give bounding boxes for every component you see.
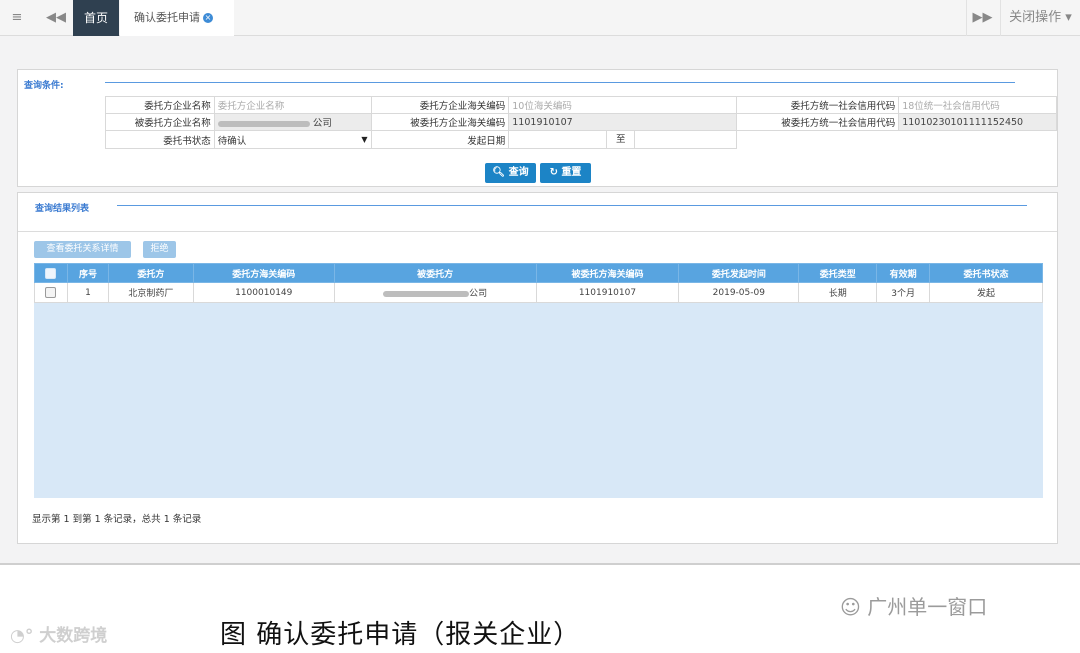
checkbox-icon (45, 267, 57, 279)
watermark-logo: ◔° 大数跨境 (10, 626, 108, 646)
cell-principal-code: 1100010149 (192, 282, 335, 303)
table-row[interactable]: 1 北京制药厂 1100010149 公司 1101910107 2019-05… (34, 282, 1043, 303)
content-frame: 查询条件: 委托方企业名称 委托方企业名称 委托方企业海关编码 10位海关编码 … (0, 36, 1080, 565)
view-detail-button[interactable]: 查看委托关系详情 (34, 241, 131, 258)
tab-confirm-delegation[interactable]: 确认委托申请 × (120, 0, 234, 36)
cell-agent-value: 公司 (469, 289, 488, 299)
search-icon: 🔍︎ (492, 167, 506, 178)
cell-agent-code: 1101910107 (535, 282, 680, 303)
refresh-icon: ↻ (549, 167, 558, 178)
tab-bar: ≡ ◀◀ 首页 确认委托申请 × ▶▶ 关闭操作 ▾ (0, 0, 1080, 36)
reset-button[interactable]: ↻ 重置 (540, 163, 591, 183)
figure-caption: 图 确认委托申请（报关企业） (220, 620, 581, 650)
search-button[interactable]: 🔍︎ 查询 (485, 163, 536, 183)
column-header: 被委托方 (333, 263, 537, 283)
column-header: 序号 (66, 263, 109, 283)
watermark-right-text: 广州单一窗口 (867, 595, 988, 619)
results-section-title: 查询结果列表 (35, 204, 90, 214)
agent-code-label: 被委托方企业海关编码 (370, 113, 510, 131)
principal-name-input[interactable]: 委托方企业名称 (213, 96, 372, 114)
watermark-left-text: 大数跨境 (39, 626, 108, 646)
date-range: 至 (508, 130, 737, 149)
principal-name-label: 委托方企业名称 (105, 96, 215, 114)
table-header-row: 序号 委托方 委托方海关编码 被委托方 被委托方海关编码 委托发起时间 委托类型… (34, 263, 1043, 283)
column-header: 委托方 (107, 263, 194, 283)
search-button-label: 查询 (508, 167, 529, 178)
status-select[interactable]: 待确认 ▼ (213, 130, 372, 149)
column-header: 被委托方海关编码 (535, 263, 680, 283)
row-checkbox[interactable] (34, 282, 68, 303)
cell-type: 长期 (798, 282, 878, 303)
principal-code-label: 委托方企业海关编码 (370, 96, 510, 114)
principal-credit-input[interactable]: 18位统一社会信用代码 (898, 96, 1057, 114)
reset-button-label: 重置 (561, 167, 582, 178)
close-icon[interactable]: × (203, 13, 213, 23)
query-form: 委托方企业名称 委托方企业名称 委托方企业海关编码 10位海关编码 委托方统一社… (105, 96, 1057, 149)
date-separator: 至 (607, 131, 636, 148)
scroll-left-icon[interactable]: ◀◀ (40, 0, 72, 36)
cell-principal: 北京制药厂 (107, 282, 194, 303)
column-header: 有效期 (876, 263, 931, 283)
select-all-checkbox[interactable] (34, 263, 68, 283)
date-end-input[interactable] (635, 132, 735, 148)
agent-credit-label: 被委托方统一社会信用代码 (735, 113, 900, 131)
watermark-wechat: ☺ 广州单一窗口 (840, 591, 987, 620)
tab-active-label: 确认委托申请 (134, 11, 200, 24)
scroll-right-icon[interactable]: ▶▶ (966, 0, 998, 36)
agent-code-input[interactable]: 1101910107 (508, 113, 737, 131)
results-grid: 序号 委托方 委托方海关编码 被委托方 被委托方海关编码 委托发起时间 委托类型… (34, 263, 1043, 498)
agent-name-input[interactable]: 公司 (213, 113, 372, 131)
cell-agent: 公司 (333, 282, 537, 303)
tab-home-label: 首页 (83, 11, 108, 25)
menu-icon[interactable]: ≡ (0, 0, 34, 36)
redacted-text (383, 290, 470, 297)
date-label: 发起日期 (370, 130, 510, 149)
principal-code-input[interactable]: 10位海关编码 (508, 96, 737, 114)
cell-start-time: 2019-05-09 (678, 282, 800, 303)
results-table: 序号 委托方 委托方海关编码 被委托方 被委托方海关编码 委托发起时间 委托类型… (34, 263, 1043, 303)
close-ops-label: 关闭操作 (1009, 10, 1062, 25)
status-label: 委托书状态 (105, 130, 215, 149)
column-header: 委托类型 (798, 263, 878, 283)
principal-credit-label: 委托方统一社会信用代码 (735, 96, 900, 114)
cell-validity: 3个月 (876, 282, 931, 303)
column-header: 委托发起时间 (678, 263, 800, 283)
close-operations-dropdown[interactable]: 关闭操作 ▾ (1000, 0, 1080, 36)
divider (18, 231, 1057, 232)
wechat-icon: ☺ (840, 595, 861, 619)
pagination-info: 显示第 1 到第 1 条记录，总共 1 条记录 (32, 514, 202, 525)
redacted-text (217, 120, 310, 127)
cell-status: 发起 (929, 282, 1043, 303)
query-section-title: 查询条件: (24, 81, 64, 91)
reject-button[interactable]: 拒绝 (143, 241, 176, 258)
checkbox-icon (45, 287, 57, 298)
dropdown-arrow-icon: ▼ (361, 135, 368, 144)
status-selected-value: 待确认 (217, 135, 247, 147)
column-header: 委托方海关编码 (192, 263, 335, 283)
agent-credit-input[interactable]: 11010230101111152450 (898, 113, 1057, 131)
results-panel: 查询结果列表 查看委托关系详情 拒绝 序号 委托方 委托方海关编码 被委托方 被… (17, 192, 1058, 544)
divider (105, 82, 1015, 83)
date-start-input[interactable] (510, 131, 608, 148)
divider (117, 205, 1027, 206)
agent-name-value: 公司 (312, 118, 332, 129)
tab-home[interactable]: 首页 (73, 0, 119, 36)
query-panel: 查询条件: 委托方企业名称 委托方企业名称 委托方企业海关编码 10位海关编码 … (17, 69, 1058, 187)
column-header: 委托书状态 (929, 263, 1043, 283)
agent-name-label: 被委托方企业名称 (105, 113, 215, 131)
cell-index: 1 (66, 282, 109, 303)
